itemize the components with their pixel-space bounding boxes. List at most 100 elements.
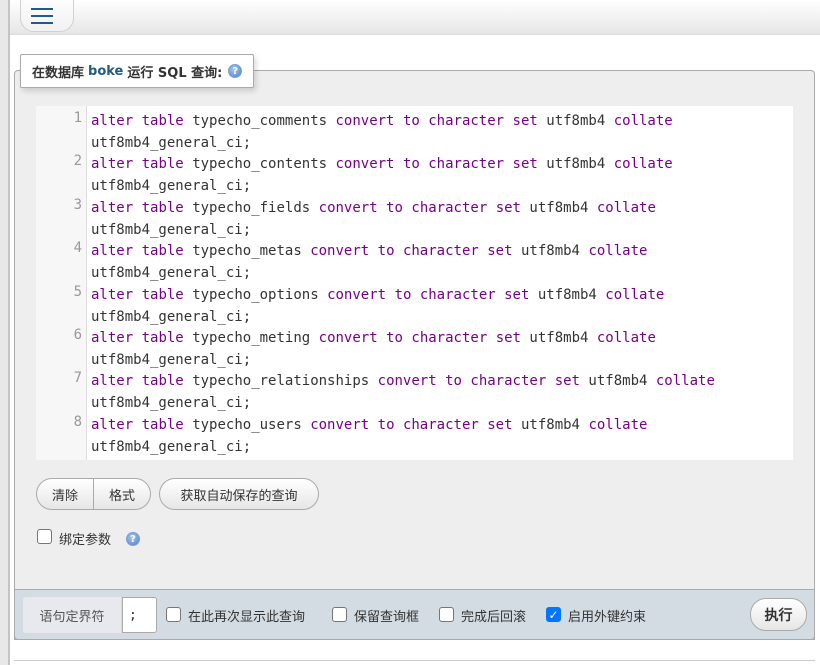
sql-keyword: alter	[91, 330, 134, 346]
code-line[interactable]: 4 alter table typecho_metas convert to ch…	[36, 236, 793, 281]
format-button[interactable]: 格式	[93, 478, 151, 510]
clear-button[interactable]: 清除	[36, 478, 94, 510]
table-name: typecho_metas	[192, 243, 302, 260]
table-name: typecho_meting	[192, 330, 311, 346]
sql-keyword: to	[386, 199, 403, 216]
sql-keyword: to	[377, 243, 395, 260]
sql-keyword: character	[411, 199, 488, 216]
sql-keyword: table	[141, 330, 184, 346]
menu-toggle-button[interactable]	[20, 0, 74, 32]
sql-keyword: character	[402, 243, 479, 260]
sql-keyword: alter	[91, 113, 134, 129]
sql-keyword: to	[402, 156, 420, 173]
retain-query-box-label[interactable]: 保留查询框	[354, 606, 419, 625]
sql-keyword: set	[554, 373, 580, 390]
delimiter-input[interactable]	[122, 597, 157, 633]
sql-keyword: character	[428, 156, 505, 173]
sql-identifier: utf8mb4	[537, 286, 597, 303]
line-number: 3	[73, 196, 82, 213]
hamburger-menu-icon	[31, 8, 53, 24]
line-number: 2	[73, 153, 82, 170]
sql-keyword: convert	[310, 243, 370, 260]
checkmark-icon: ✓	[548, 608, 559, 622]
sql-keyword: collate	[596, 199, 656, 216]
sql-keyword: alter	[91, 416, 134, 433]
sql-keyword: convert	[310, 416, 370, 433]
sql-keyword: table	[141, 373, 184, 390]
line-number: 7	[73, 370, 82, 387]
sql-keyword: set	[512, 156, 538, 173]
show-query-again-label[interactable]: 在此再次显示此查询	[188, 606, 305, 625]
sql-keyword: set	[504, 286, 530, 303]
sql-keyword: table	[141, 286, 184, 303]
sql-keyword: collate	[596, 330, 656, 346]
retain-query-box-checkbox[interactable]	[332, 607, 347, 622]
sql-keyword: set	[495, 199, 521, 216]
rollback-when-finished-label[interactable]: 完成后回滚	[461, 606, 526, 625]
line-number: 8	[73, 413, 82, 430]
title-prefix: 在数据库	[32, 65, 85, 81]
sql-keyword: alter	[91, 199, 134, 216]
sql-keyword: character	[428, 113, 505, 129]
panel-title: 在数据库 boke 运行 SQL 查询: ?	[20, 54, 255, 88]
sql-identifier: utf8mb4	[520, 416, 580, 433]
sql-editor[interactable]: 1 alter table typecho_comments convert to…	[36, 106, 793, 460]
code-line[interactable]: 8 alter table typecho_users convert to ch…	[36, 410, 793, 455]
code-line[interactable]: 2 alter table typecho_contents convert to…	[36, 149, 793, 194]
sql-keyword: set	[495, 330, 521, 346]
enable-foreign-key-checks-checkbox[interactable]: ✓	[546, 607, 561, 622]
sql-keyword: convert	[318, 330, 378, 346]
sql-keyword: to	[394, 286, 412, 303]
title-suffix: 运行 SQL 查询:	[127, 65, 223, 81]
code-line[interactable]: 3 alter table typecho_fields convert to c…	[36, 193, 793, 238]
sql-statement: alter table typecho_fields convert to ch…	[91, 197, 656, 241]
code-line[interactable]: 5 alter table typecho_options convert to …	[36, 280, 793, 325]
bind-params-help-icon[interactable]: ?	[126, 532, 140, 546]
rollback-when-finished-checkbox[interactable]	[439, 607, 454, 622]
line-number: 6	[73, 327, 82, 343]
sql-keyword: collate	[605, 286, 665, 303]
sql-keyword: table	[141, 416, 184, 433]
sql-keyword: to	[445, 373, 462, 390]
sql-keyword: to	[377, 416, 395, 433]
bind-parameters-checkbox[interactable]	[37, 529, 52, 544]
sql-keyword: convert	[335, 113, 395, 129]
sql-identifier: utf8mb4	[546, 113, 606, 129]
code-line[interactable]: 7 alter table typecho_relationships conve…	[36, 366, 793, 411]
sql-keyword: set	[512, 113, 538, 129]
sql-keyword: convert	[318, 199, 378, 216]
sql-keyword: convert	[335, 156, 395, 173]
sql-identifier: utf8mb4	[546, 156, 606, 173]
table-name: typecho_users	[192, 416, 302, 433]
get-autosaved-query-button[interactable]: 获取自动保存的查询	[159, 478, 319, 510]
help-icon[interactable]: ?	[228, 64, 243, 78]
database-name-link[interactable]: boke	[88, 64, 123, 79]
sql-keyword: set	[487, 243, 513, 260]
sql-keyword: table	[141, 199, 184, 216]
enable-foreign-key-checks-label[interactable]: 启用外键约束	[568, 606, 646, 625]
show-query-again-checkbox[interactable]	[166, 607, 181, 622]
sql-keyword: to	[402, 113, 420, 129]
sql-keyword: character	[402, 416, 479, 433]
table-name: typecho_options	[192, 286, 319, 303]
sql-keyword: character	[419, 286, 496, 303]
code-line[interactable]: 6 alter table typecho_meting convert to c…	[36, 323, 793, 368]
sql-keyword: alter	[91, 373, 134, 390]
execute-button[interactable]: 执行	[750, 598, 807, 631]
sql-keyword: to	[386, 330, 403, 346]
table-name: typecho_fields	[192, 199, 311, 216]
sql-keyword: collate	[588, 416, 648, 433]
table-name: typecho_comments	[192, 113, 328, 129]
sql-identifier: utf8mb4	[529, 199, 589, 216]
bind-parameters-label[interactable]: 绑定参数	[59, 529, 111, 548]
delimiter-label: 语句定界符	[23, 597, 121, 633]
sql-keyword: character	[411, 330, 488, 346]
sql-statement: alter table typecho_options convert to c…	[91, 284, 664, 328]
line-number: 1	[73, 110, 82, 126]
sql-keyword: collate	[613, 113, 673, 129]
sql-statement: alter table typecho_comments convert to …	[91, 110, 673, 154]
code-line[interactable]: 1 alter table typecho_comments convert to…	[36, 106, 793, 151]
table-name: typecho_relationships	[192, 373, 370, 390]
sql-keyword: alter	[91, 286, 134, 303]
sql-keyword: set	[487, 416, 513, 433]
